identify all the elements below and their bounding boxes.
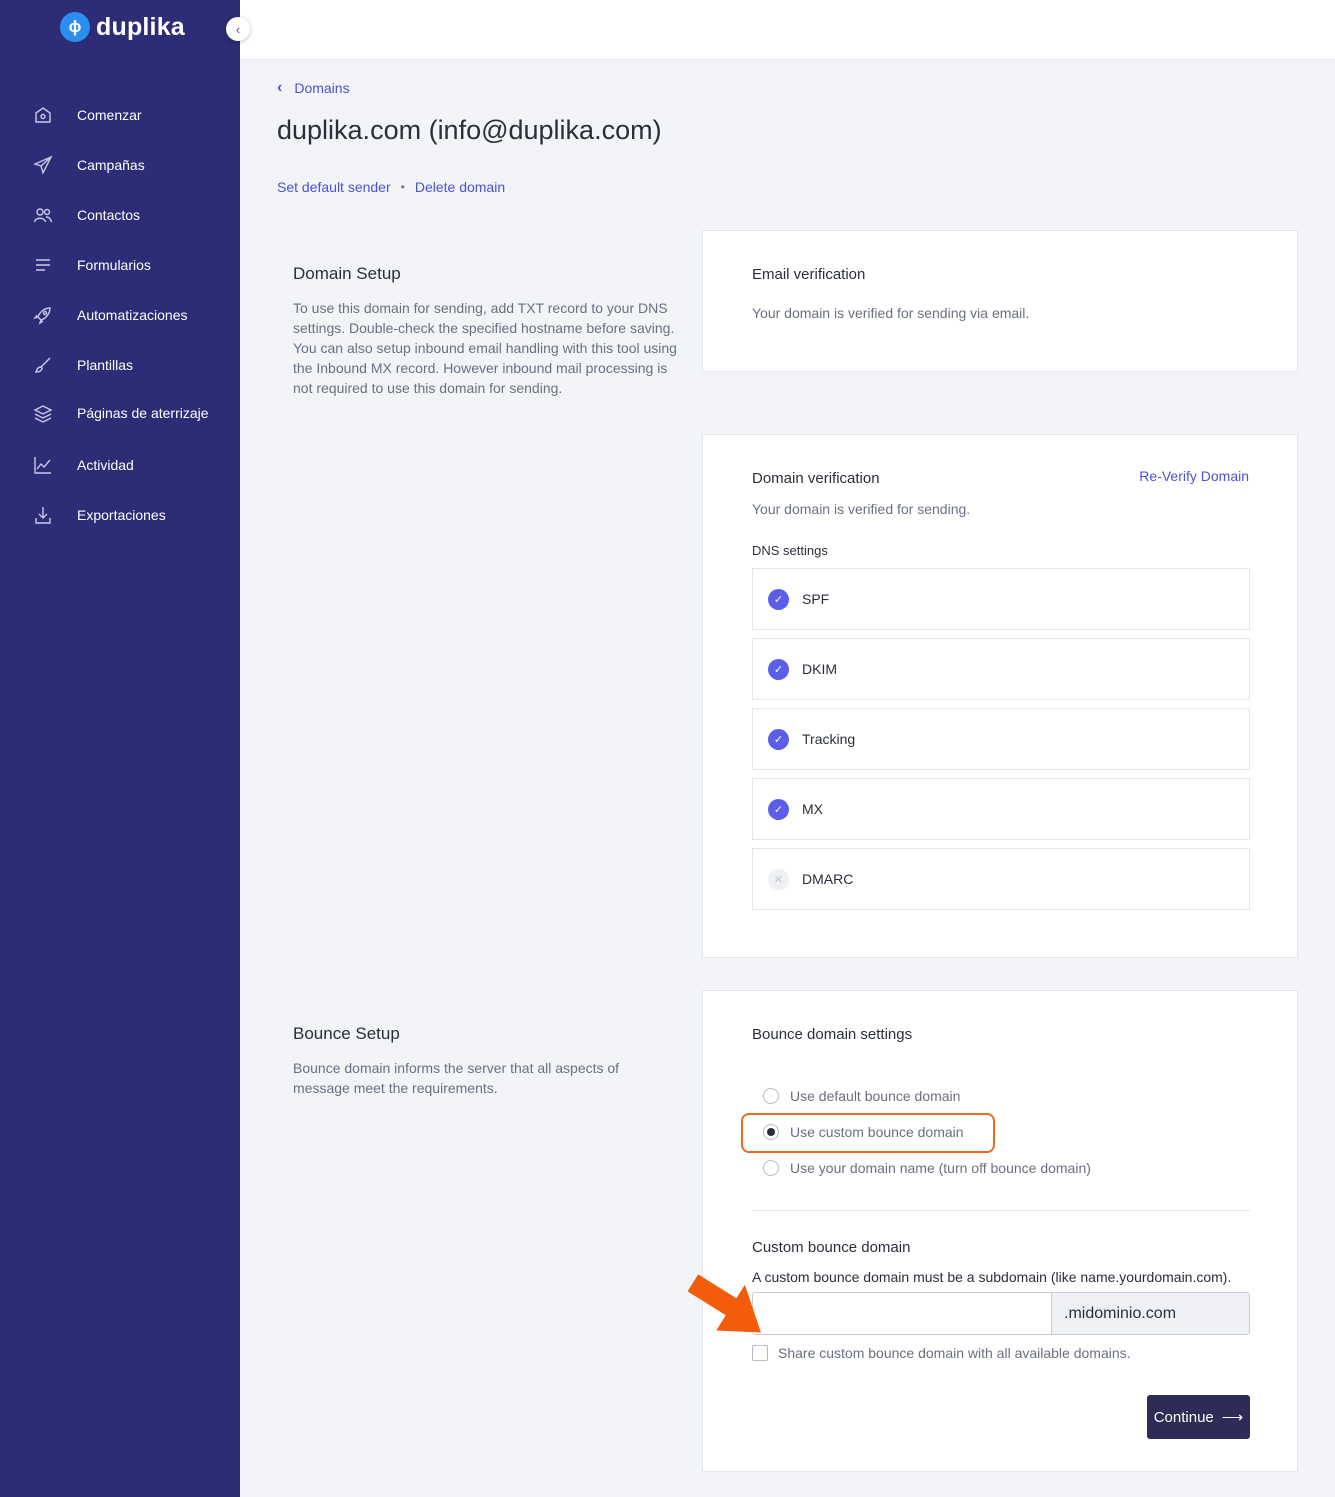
sidebar-item-label: Exportaciones [77, 507, 166, 523]
dns-record-name: DMARC [802, 871, 854, 887]
set-default-sender-link[interactable]: Set default sender [277, 179, 391, 195]
download-icon [35, 507, 51, 524]
page-title: duplika.com (info@duplika.com) [277, 115, 662, 145]
brush-icon [35, 357, 51, 373]
radio-label: Use default bounce domain [790, 1088, 961, 1104]
dns-record-mx[interactable]: ✓ MX [752, 778, 1250, 840]
sidebar-item-label: Formularios [77, 257, 151, 273]
radio-label: Use custom bounce domain [790, 1124, 964, 1140]
x-icon: ✕ [768, 868, 789, 890]
continue-label: Continue [1153, 1408, 1214, 1426]
custom-bounce-field: .midominio.com [752, 1292, 1250, 1335]
radio-button[interactable] [763, 1160, 779, 1176]
radio-label: Use your domain name (turn off bounce do… [790, 1160, 1091, 1176]
breadcrumb-label: Domains [294, 80, 350, 96]
dns-settings-label: DNS settings [752, 543, 828, 558]
radio-button[interactable] [763, 1124, 779, 1140]
sidebar-item-label: Páginas de aterrizaje [77, 405, 209, 421]
domain-verification-card: Domain verification Re-Verify Domain You… [702, 434, 1298, 958]
sidebar-item-label: Contactos [77, 207, 141, 223]
orange-arrow-annotation [687, 1274, 761, 1333]
domain-verification-title: Domain verification [752, 470, 880, 487]
bounce-setup-title: Bounce Setup [293, 1024, 400, 1043]
domain-setup-title: Domain Setup [293, 264, 401, 283]
sidebar-item-label: Actividad [77, 457, 134, 473]
domain-verification-text: Your domain is verified for sending. [752, 501, 971, 517]
sidebar-item-actividad[interactable]: Actividad [0, 440, 240, 490]
radio-own-domain[interactable]: Use your domain name (turn off bounce do… [763, 1160, 1091, 1176]
bounce-subdomain-input[interactable] [753, 1293, 1051, 1334]
brand-logo[interactable]: ɸ duplika [60, 12, 185, 42]
domain-actions: Set default sender • Delete domain [277, 179, 505, 195]
domain-setup-description-2: You can also setup inbound email handlin… [293, 340, 677, 396]
sidebar-item-label: Campañas [77, 157, 145, 173]
arrow-right-icon: ⟶ [1221, 1409, 1244, 1426]
share-bounce-domain-row[interactable]: Share custom bounce domain with all avai… [752, 1345, 1131, 1361]
bounce-settings-card: Bounce domain settings Use default bounc… [702, 990, 1298, 1472]
check-icon: ✓ [768, 588, 789, 610]
share-bounce-checkbox[interactable] [752, 1345, 768, 1361]
reverify-domain-link[interactable]: Re-Verify Domain [1139, 468, 1249, 484]
check-icon: ✓ [768, 728, 789, 750]
continue-button[interactable]: Continue ⟶ [1147, 1395, 1250, 1439]
bounce-domain-suffix: .midominio.com [1051, 1293, 1249, 1334]
sidebar-item-exportaciones[interactable]: Exportaciones [0, 490, 240, 540]
chart-icon [34, 457, 51, 474]
sidebar-item-contactos[interactable]: Contactos [0, 190, 240, 240]
dns-record-dkim[interactable]: ✓ DKIM [752, 638, 1250, 700]
home-icon [35, 107, 51, 123]
chevron-left-icon: ‹ [235, 21, 241, 37]
email-verification-title: Email verification [752, 266, 866, 283]
domain-setup-description-1: To use this domain for sending, add TXT … [293, 300, 675, 336]
sidebar-item-automatizaciones[interactable]: Automatizaciones [0, 290, 240, 340]
email-verification-card: Email verification Your domain is verifi… [702, 230, 1298, 372]
domain-setup-description: To use this domain for sending, add TXT … [293, 298, 683, 398]
radio-button[interactable] [763, 1088, 779, 1104]
paper-plane-icon [33, 155, 53, 175]
bounce-setup-description: Bounce domain informs the server that al… [293, 1060, 620, 1096]
share-bounce-label: Share custom bounce domain with all avai… [778, 1345, 1131, 1361]
sidebar-item-campanas[interactable]: Campañas [0, 140, 240, 190]
dns-record-spf[interactable]: ✓ SPF [752, 568, 1250, 630]
users-icon [33, 208, 53, 223]
sidebar-item-label: Plantillas [77, 357, 134, 373]
radio-default-bounce[interactable]: Use default bounce domain [763, 1088, 960, 1104]
list-icon [36, 259, 50, 271]
sidebar-nav: Comenzar Campañas Contactos Formularios … [0, 90, 240, 540]
dns-record-name: DKIM [802, 661, 837, 677]
check-icon: ✓ [768, 798, 789, 820]
sidebar-item-label: Automatizaciones [77, 307, 188, 323]
chevron-left-icon: ‹ [277, 79, 283, 96]
divider [752, 1210, 1250, 1211]
dns-record-name: Tracking [802, 731, 856, 747]
separator-dot: • [400, 180, 405, 194]
sidebar-item-paginas-de-aterrizaje[interactable]: Páginas de aterrizaje [0, 390, 240, 440]
brand-name: duplika [96, 12, 185, 41]
sidebar-item-plantillas[interactable]: Plantillas [0, 340, 240, 390]
custom-bounce-help: A custom bounce domain must be a subdoma… [752, 1269, 1232, 1285]
rocket-icon [33, 307, 51, 325]
bounce-settings-title: Bounce domain settings [752, 1026, 913, 1043]
dns-record-name: MX [802, 801, 823, 817]
breadcrumb-back-link[interactable]: ‹ Domains [277, 79, 350, 97]
delete-domain-link[interactable]: Delete domain [415, 179, 505, 195]
check-icon: ✓ [768, 658, 789, 680]
sidebar: ɸ duplika Comenzar Campañas Contactos Fo… [0, 0, 240, 1497]
sidebar-item-comenzar[interactable]: Comenzar [0, 90, 240, 140]
top-bar [240, 0, 1335, 60]
sidebar-item-formularios[interactable]: Formularios [0, 240, 240, 290]
radio-custom-bounce[interactable]: Use custom bounce domain [763, 1124, 964, 1140]
dns-record-tracking[interactable]: ✓ Tracking [752, 708, 1250, 770]
sidebar-item-label: Comenzar [77, 107, 142, 123]
dns-record-dmarc[interactable]: ✕ DMARC [752, 848, 1250, 910]
custom-bounce-title: Custom bounce domain [752, 1239, 911, 1256]
dns-record-name: SPF [802, 591, 830, 607]
collapse-sidebar-button[interactable]: ‹ [226, 17, 250, 41]
logo-icon: ɸ [60, 12, 90, 42]
email-verification-text: Your domain is verified for sending via … [752, 305, 1030, 321]
